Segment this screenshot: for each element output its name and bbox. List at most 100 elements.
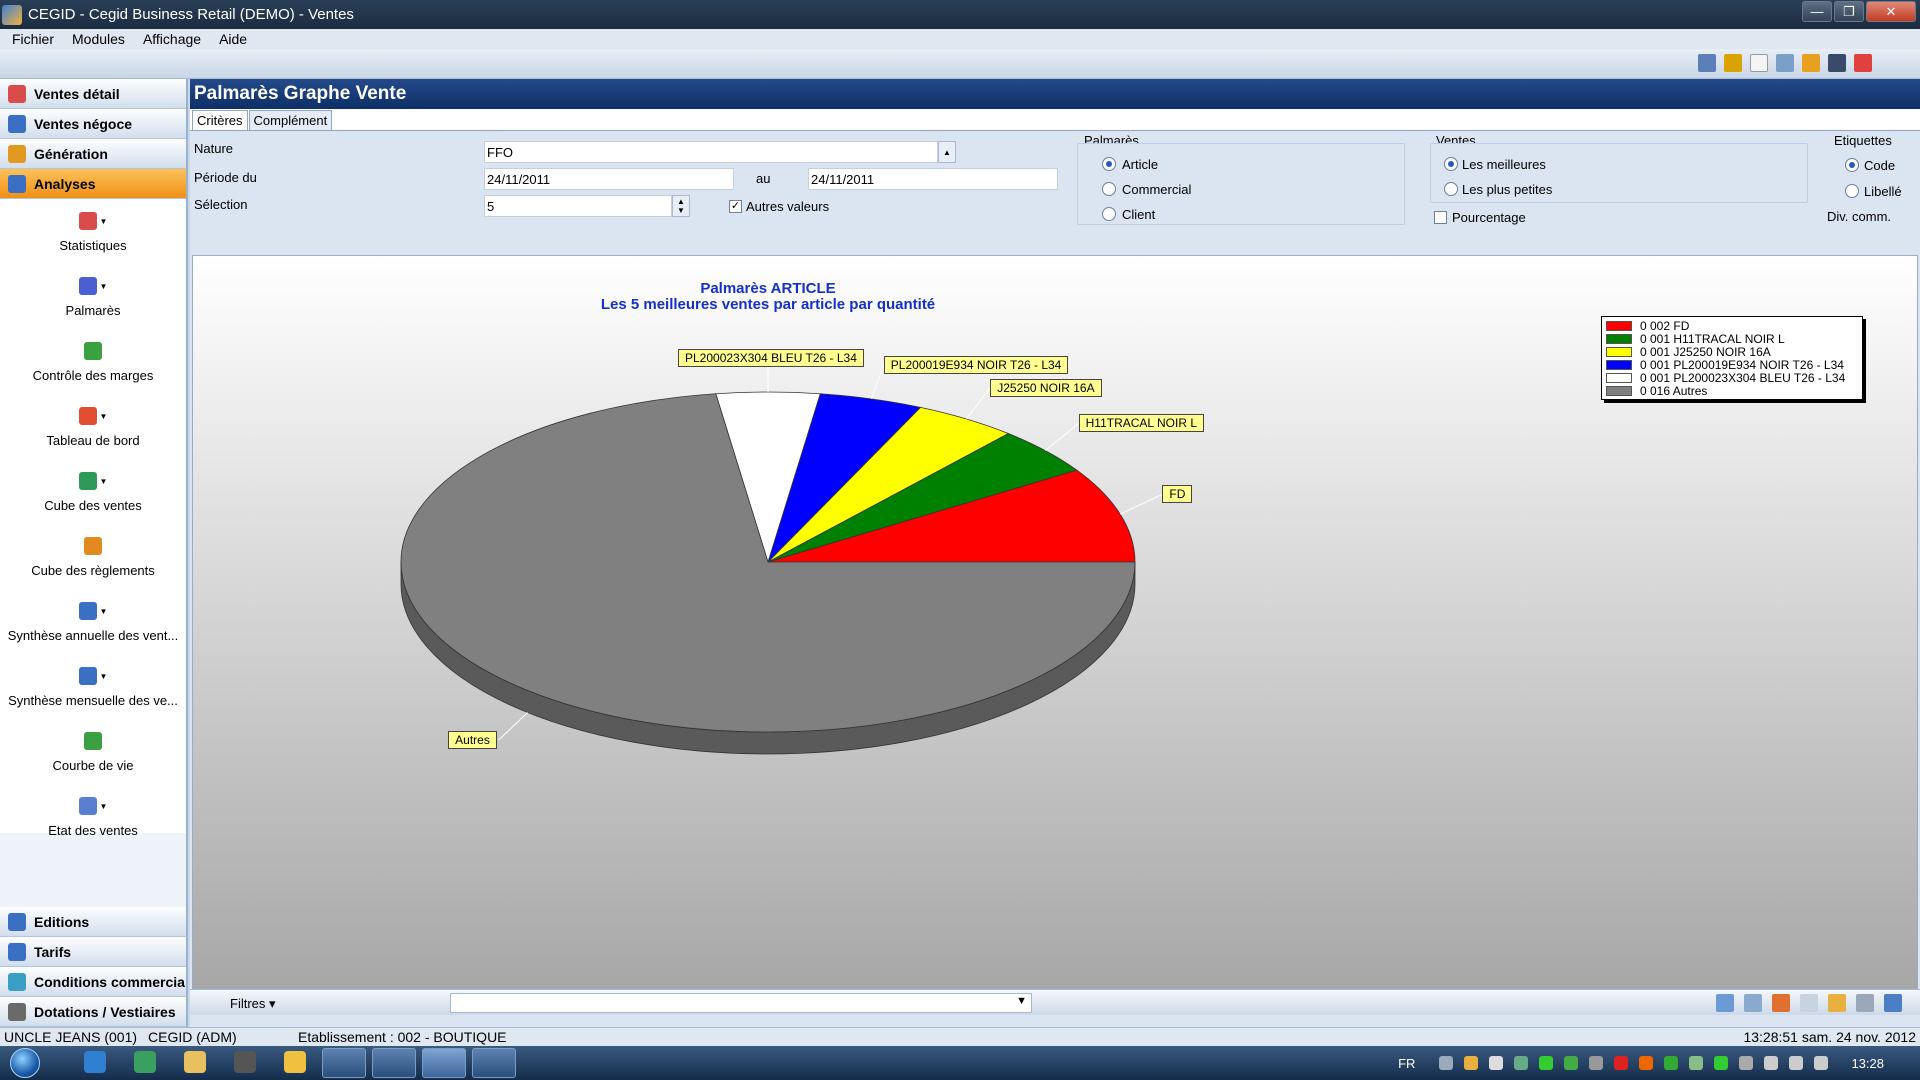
nav-section-ventes-d-tail[interactable]: Ventes détail (0, 79, 186, 109)
pencil-icon[interactable] (1724, 54, 1742, 72)
nav-item-margin-control[interactable]: Contrôle des marges (0, 329, 186, 394)
radio-les-meilleures[interactable] (1444, 157, 1458, 171)
dropdown-arrow-icon[interactable]: ▼ (100, 412, 108, 421)
nav-item-annual-summary[interactable]: ▼ Synthèse annuelle des vent... (0, 589, 186, 654)
nature-field[interactable]: FFO (484, 141, 938, 163)
dropdown-arrow-icon[interactable]: ▼ (100, 672, 108, 681)
tray-flag-icon[interactable] (1514, 1056, 1529, 1070)
tab-complement[interactable]: Complément (248, 110, 333, 130)
autres-valeurs-checkbox[interactable]: ✓ (729, 200, 742, 213)
close-button[interactable]: ✕ (1866, 1, 1916, 22)
document-view-icon[interactable] (1744, 994, 1762, 1012)
undo-icon[interactable] (1884, 994, 1902, 1012)
menu-affichage[interactable]: Affichage (143, 31, 201, 47)
tools-taskbar-button[interactable] (372, 1048, 416, 1078)
menu-modules[interactable]: Modules (72, 31, 125, 47)
nav-section-ventes-n-goce[interactable]: Ventes négoce (0, 109, 186, 139)
analyses-icon (8, 174, 26, 193)
nav-item-payments-cube[interactable]: Cube des règlements (0, 524, 186, 589)
filter-combo[interactable]: ▼ (450, 993, 1032, 1013)
chart-view-icon[interactable] (1772, 994, 1790, 1012)
tray-storage-icon[interactable] (1589, 1056, 1604, 1070)
tray-network-icon[interactable] (1439, 1056, 1454, 1070)
minimize-button[interactable]: — (1802, 1, 1832, 22)
taskbar-clock[interactable]: 13:28 (1851, 1056, 1884, 1071)
selection-field[interactable]: 5 (484, 195, 672, 217)
tray-action-center-icon[interactable] (1739, 1056, 1754, 1070)
help-icon[interactable] (1802, 54, 1820, 72)
tab-criteres[interactable]: Critères (192, 110, 248, 130)
ie-icon[interactable] (84, 1051, 106, 1073)
legend-swatch (1606, 346, 1632, 357)
legend-swatch (1606, 359, 1632, 370)
folder-icon[interactable] (184, 1051, 206, 1073)
tray-security-icon[interactable] (1564, 1056, 1579, 1070)
nav-item-pie-chart[interactable]: ▼ Palmarès (0, 264, 186, 329)
dropdown-arrow-icon[interactable]: ▼ (100, 607, 108, 616)
tray-volume-icon[interactable] (1814, 1056, 1829, 1070)
tray-ati-icon[interactable] (1614, 1056, 1629, 1070)
restore-button[interactable]: ❐ (1834, 1, 1864, 22)
radio-article[interactable] (1102, 157, 1116, 171)
status-user: CEGID (ADM) (148, 1029, 237, 1045)
explorer-icon[interactable] (284, 1051, 306, 1073)
cegid-app-icon[interactable] (2, 4, 22, 25)
pourcentage-checkbox[interactable] (1434, 211, 1447, 224)
print-icon[interactable] (1828, 54, 1846, 72)
tray-wireless-icon[interactable] (1689, 1056, 1704, 1070)
monthly-summary-icon (78, 667, 97, 685)
check-icon[interactable] (1716, 994, 1734, 1012)
nav-item-sales-cube[interactable]: ▼ Cube des ventes (0, 459, 186, 524)
nav-item-dashboard[interactable]: ▼ Tableau de bord (0, 394, 186, 459)
start-button[interactable] (10, 1048, 40, 1078)
nav-section-conditions-commercia[interactable]: Conditions commercia (0, 967, 186, 997)
date-to-field[interactable]: 24/11/2011 (808, 168, 1058, 190)
nav-section-tarifs[interactable]: Tarifs (0, 937, 186, 967)
export-icon[interactable] (1828, 994, 1846, 1012)
tray-signal-icon[interactable] (1789, 1056, 1804, 1070)
dropdown-arrow-icon[interactable]: ▼ (100, 282, 108, 291)
list-view-icon[interactable] (1698, 54, 1716, 72)
menu-aide[interactable]: Aide (219, 31, 247, 47)
tray-power-icon[interactable] (1639, 1056, 1654, 1070)
tray-shield-icon[interactable] (1539, 1056, 1554, 1070)
nature-lookup-button[interactable]: ▲ (938, 141, 956, 163)
date-from-field[interactable]: 24/11/2011 (484, 168, 734, 190)
media-player-icon[interactable] (234, 1051, 256, 1073)
nav-item-monthly-summary[interactable]: ▼ Synthèse mensuelle des ve... (0, 654, 186, 719)
filtres-dropdown[interactable]: Filtres ▾ (230, 996, 276, 1012)
tray-green-icon[interactable] (1714, 1056, 1729, 1070)
table-view-icon[interactable] (1800, 994, 1818, 1012)
generation-icon (8, 144, 26, 163)
radio-libelle[interactable] (1845, 184, 1859, 198)
radio-code[interactable] (1845, 158, 1859, 172)
tray-mushroom-icon[interactable] (1489, 1056, 1504, 1070)
nav-section-analyses[interactable]: Analyses (0, 169, 186, 199)
cegid-taskbar-button[interactable] (422, 1048, 466, 1078)
tray-app-icon[interactable] (1464, 1056, 1479, 1070)
radio-client[interactable] (1102, 207, 1116, 221)
menu-fichier[interactable]: Fichier (12, 31, 54, 47)
nav-item-life-curve[interactable]: Courbe de vie (0, 719, 186, 784)
dropdown-arrow-icon[interactable]: ▼ (100, 802, 108, 811)
users-icon[interactable] (1776, 54, 1794, 72)
nav-item-statistics[interactable]: ▼ Statistiques (0, 199, 186, 264)
nav-section-dotations-vestiaires[interactable]: Dotations / Vestiaires (0, 997, 186, 1027)
document-taskbar-button[interactable] (472, 1048, 516, 1078)
dropdown-arrow-icon[interactable]: ▼ (100, 217, 108, 226)
network-icon[interactable] (134, 1051, 156, 1073)
tray-battery-icon[interactable] (1764, 1056, 1779, 1070)
dropdown-arrow-icon[interactable]: ▼ (100, 477, 108, 486)
nav-item-sales-report[interactable]: ▼ Etat des ventes (0, 784, 186, 849)
selection-spinner[interactable]: ▲ ▼ (672, 195, 690, 217)
blank-page-icon[interactable] (1750, 54, 1768, 72)
language-indicator[interactable]: FR (1398, 1056, 1415, 1071)
print-preview-icon[interactable] (1856, 994, 1874, 1012)
nav-section-editions[interactable]: Editions (0, 907, 186, 937)
modules-icon[interactable] (1854, 54, 1872, 72)
radio-commercial[interactable] (1102, 182, 1116, 196)
skype-taskbar-button[interactable] (322, 1048, 366, 1078)
tray-update-icon[interactable] (1664, 1056, 1679, 1070)
radio-les-plus-petites[interactable] (1444, 182, 1458, 196)
nav-section-g-n-ration[interactable]: Génération (0, 139, 186, 169)
